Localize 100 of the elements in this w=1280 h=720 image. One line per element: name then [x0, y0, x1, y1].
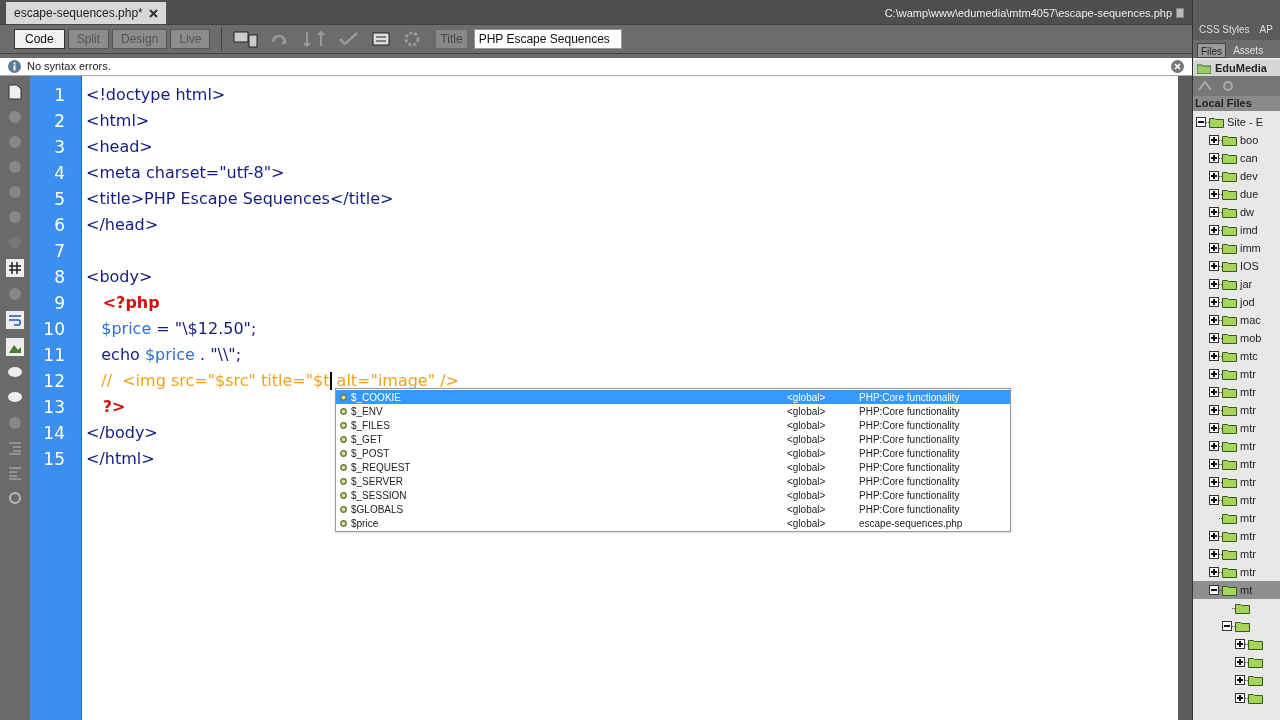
folder-name: jar [1240, 276, 1253, 292]
line-number: 14 [42, 422, 66, 445]
code-text: PHP Escape Sequences [144, 188, 330, 210]
suggestion-item[interactable]: $_ENV <global> PHP:Core functionality [336, 404, 1010, 418]
tree-item[interactable]: imm [1193, 239, 1280, 257]
tree-item[interactable]: mob [1193, 329, 1280, 347]
tree-item[interactable]: dw [1193, 203, 1280, 221]
line-number: 11 [42, 344, 66, 367]
folder-icon [1222, 242, 1237, 254]
line-number: 7 [53, 240, 66, 263]
tree-item[interactable]: due [1193, 185, 1280, 203]
close-icon[interactable] [1171, 60, 1184, 73]
document-tab[interactable]: escape-sequences.php* [6, 2, 166, 24]
folder-icon [1235, 602, 1250, 614]
code-text: <head> [86, 136, 153, 158]
code-text: <!doctype html> [86, 84, 226, 106]
line-number: 8 [53, 266, 66, 289]
tree-item[interactable]: jod [1193, 293, 1280, 311]
tree-item[interactable]: mtr [1193, 509, 1280, 527]
folder-icon [1222, 422, 1237, 434]
tree-item[interactable]: jar [1193, 275, 1280, 293]
folder-icon [1222, 458, 1237, 470]
title-field[interactable]: PHP Escape Sequences [473, 29, 622, 49]
format-icon[interactable] [7, 490, 23, 506]
folder-icon [1222, 332, 1237, 344]
folder-name: boo [1240, 132, 1259, 148]
suggestion-item[interactable]: $_FILES <global> PHP:Core functionality [336, 418, 1010, 432]
tree-item[interactable]: mtr [1193, 491, 1280, 509]
suggestion-item[interactable]: $GLOBALS <global> PHP:Core functionality [336, 502, 1010, 516]
folder-icon [1222, 512, 1237, 524]
tree-item[interactable]: mtr [1193, 365, 1280, 383]
folder-icon [1222, 152, 1237, 164]
tree-item[interactable]: can [1193, 149, 1280, 167]
tree-item[interactable]: mtc [1193, 347, 1280, 365]
tree-item[interactable]: Site - E [1193, 113, 1280, 131]
text-cursor [329, 372, 332, 390]
folder-icon [1222, 530, 1237, 542]
suggestion-item[interactable]: $_GET <global> PHP:Core functionality [336, 432, 1010, 446]
tree-item[interactable]: mtr [1193, 527, 1280, 545]
word-wrap-icon[interactable] [6, 311, 24, 329]
tree-item[interactable]: mtr [1193, 383, 1280, 401]
suggestion-item[interactable]: $price <global> escape-sequences.php [336, 516, 1010, 530]
folder-name: mtr [1240, 384, 1256, 400]
panel-tab[interactable]: AP [1257, 22, 1275, 37]
folder-icon [1209, 116, 1224, 128]
code-text: . "\\"; [199, 344, 242, 366]
suggestion-item[interactable]: $_POST <global> PHP:Core functionality [336, 446, 1010, 460]
tree-item[interactable]: mt [1193, 581, 1280, 599]
folder-icon [1222, 548, 1237, 560]
folder-icon [1222, 188, 1237, 200]
tree-item[interactable]: boo [1193, 131, 1280, 149]
folder-icon [1222, 584, 1237, 596]
suggestion-item[interactable]: $_SERVER <global> PHP:Core functionality [336, 474, 1010, 488]
folder-icon [1222, 296, 1237, 308]
folder-icon [1222, 440, 1237, 452]
folder-name: mtr [1240, 402, 1256, 418]
suggestion-item[interactable]: $_REQUEST <global> PHP:Core functionality [336, 460, 1010, 474]
view-button[interactable]: Code [14, 29, 65, 49]
folder-icon [1248, 638, 1263, 650]
file-path: C:\wamp\www\edumedia\mtm4057\escape-sequences.php [884, 5, 1172, 21]
image-icon[interactable] [6, 338, 24, 356]
folder-icon [1222, 278, 1237, 290]
folder-icon [1222, 314, 1237, 326]
folder-icon [1197, 62, 1211, 74]
tree-item[interactable]: mac [1193, 311, 1280, 329]
tree-item[interactable]: imd [1193, 221, 1280, 239]
folder-name: mtr [1240, 546, 1256, 562]
code-text: <html> [86, 110, 150, 132]
line-number: 3 [53, 136, 66, 159]
file-icon[interactable] [8, 84, 22, 100]
tree-item[interactable]: IOS [1193, 257, 1280, 275]
folder-name: mob [1240, 330, 1262, 346]
line-number: 6 [53, 214, 66, 237]
folder-name: mt [1240, 582, 1253, 598]
tree-item[interactable]: mtr [1193, 419, 1280, 437]
close-icon[interactable] [148, 8, 158, 18]
title-label: Title [436, 30, 467, 48]
tree-item[interactable]: dev [1193, 167, 1280, 185]
tree-item[interactable]: mtr [1193, 545, 1280, 563]
tree-item[interactable]: mtr [1193, 473, 1280, 491]
status-message: No syntax errors. [27, 59, 111, 75]
tree-item[interactable]: mtr [1193, 455, 1280, 473]
folder-icon [1222, 368, 1237, 380]
hash-icon[interactable] [6, 259, 24, 277]
site-dropdown[interactable]: EduMedia [1193, 60, 1280, 76]
folder-icon [1222, 404, 1237, 416]
tree-item[interactable]: mtr [1193, 437, 1280, 455]
tree-item[interactable]: mtr [1193, 563, 1280, 581]
panel-tab[interactable]: CSS Styles [1197, 22, 1252, 37]
line-number: 9 [53, 292, 66, 315]
tree-item[interactable]: mtr [1193, 401, 1280, 419]
files-tab[interactable]: Assets [1230, 43, 1267, 58]
folder-icon [1222, 134, 1237, 146]
devices-icon[interactable] [233, 30, 260, 48]
folder-icon [1222, 260, 1237, 272]
folder-icon [1235, 620, 1250, 632]
suggestion-item[interactable]: $_SESSION <global> PHP:Core functionality [336, 488, 1010, 502]
code-text: <meta charset="utf-8"> [86, 162, 285, 184]
folder-name: jod [1240, 294, 1255, 310]
files-tab[interactable]: Files [1197, 43, 1227, 58]
